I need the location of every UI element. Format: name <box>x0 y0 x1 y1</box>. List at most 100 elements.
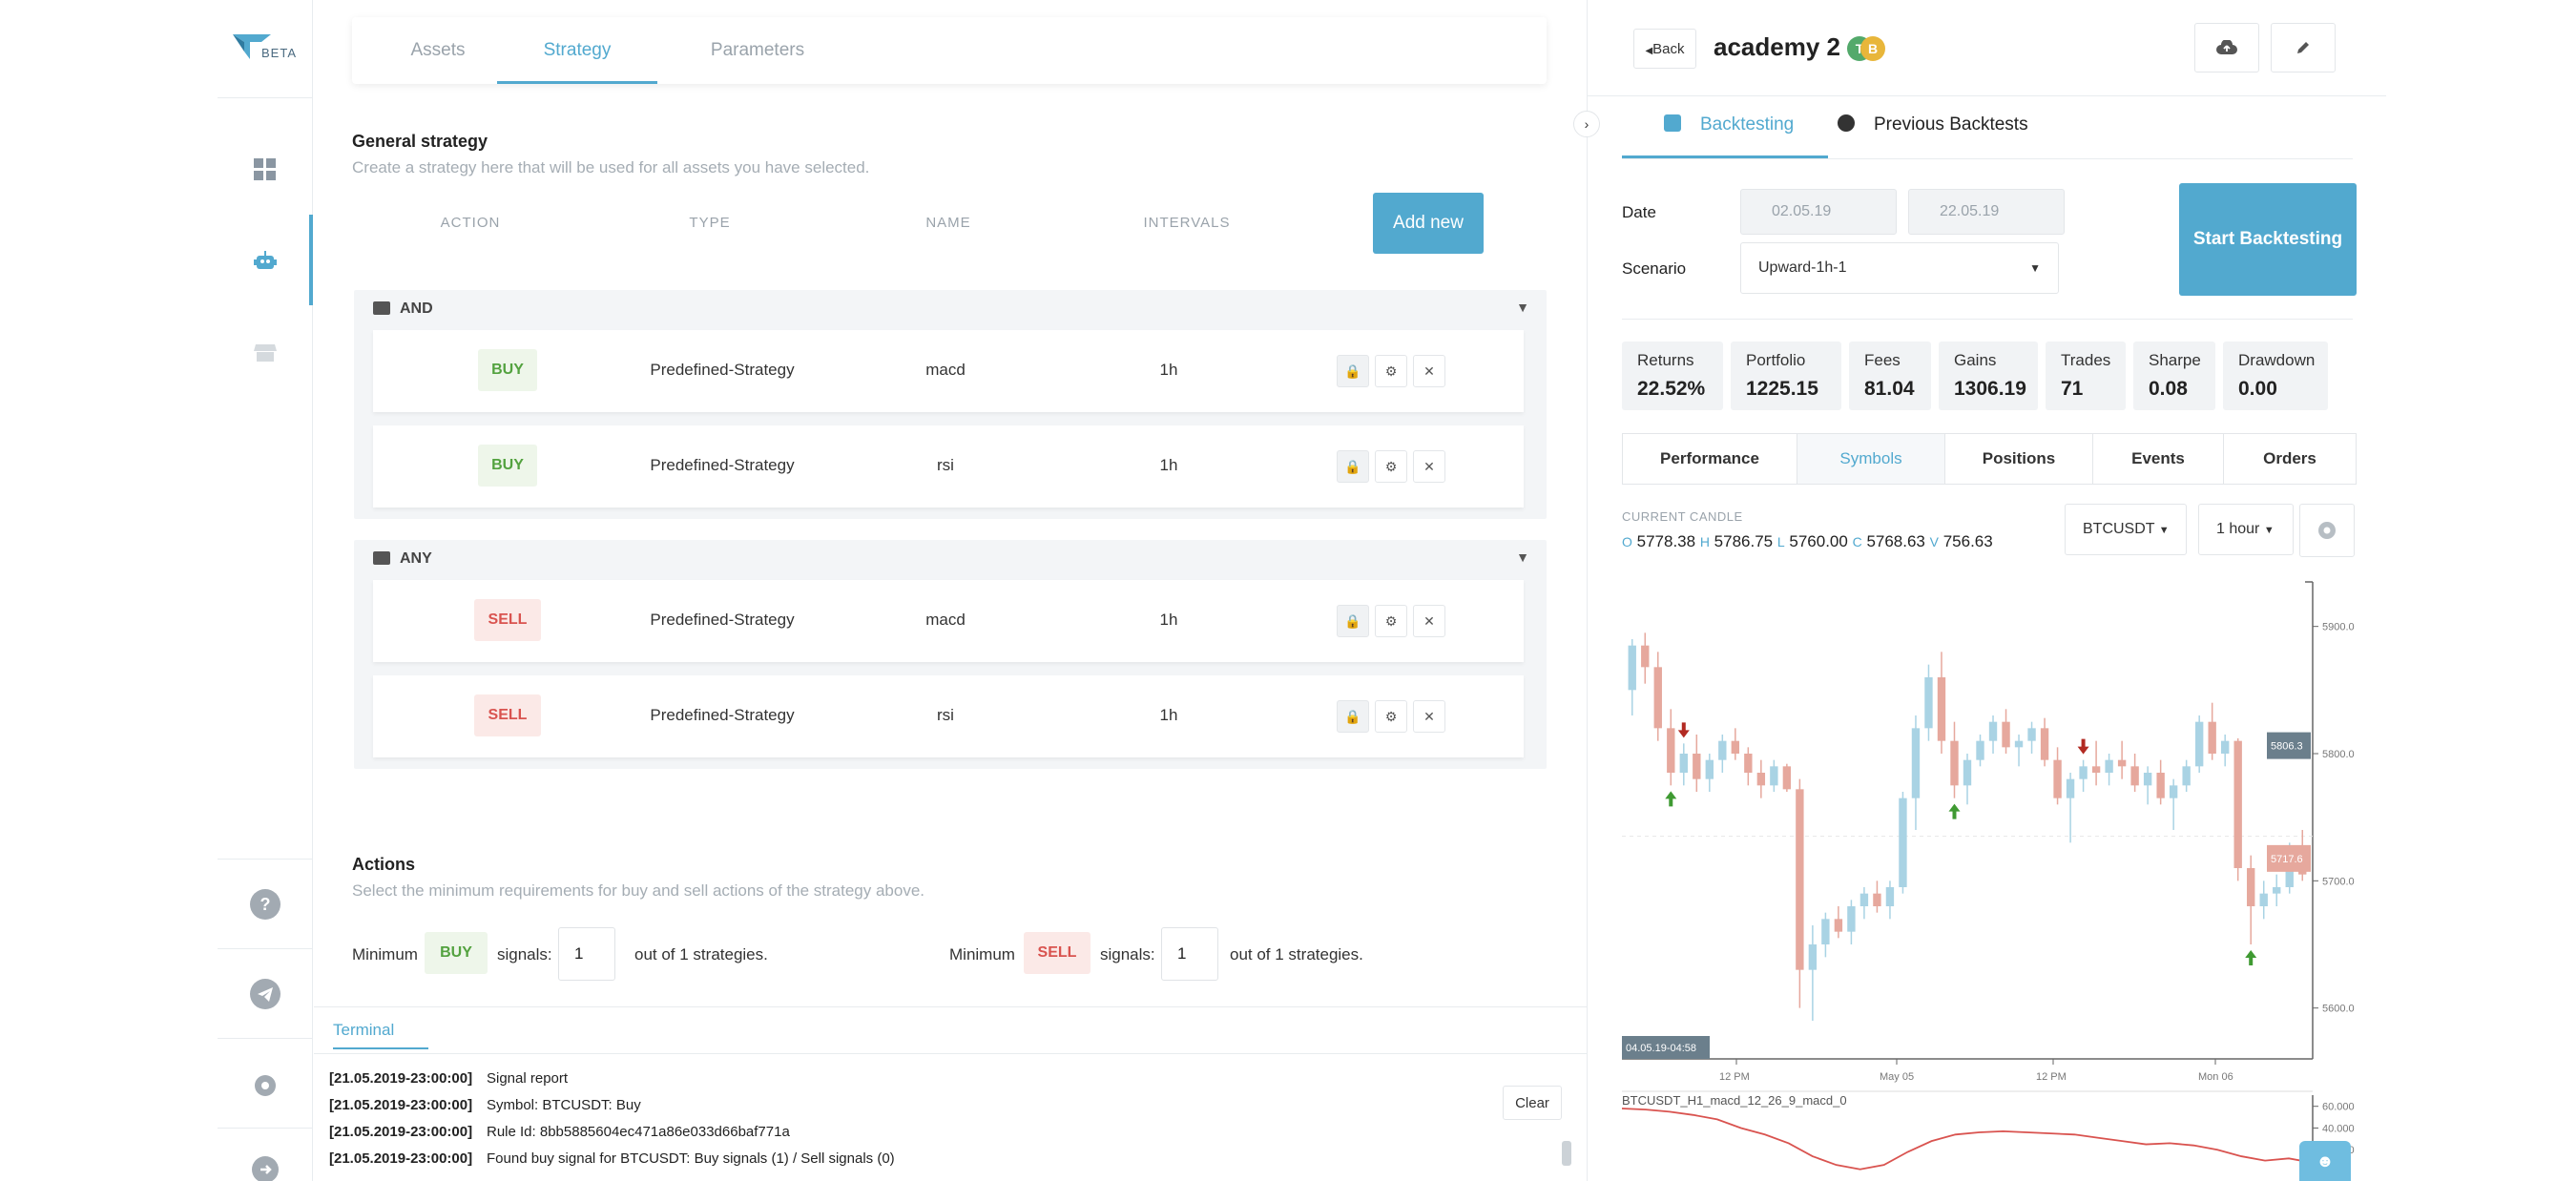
close-icon[interactable]: ✕ <box>1413 355 1445 387</box>
tab-orders[interactable]: Orders <box>2223 433 2357 485</box>
terminal-scrollbar[interactable] <box>1562 1141 1571 1166</box>
candle-body <box>1847 906 1856 932</box>
candle-body <box>1911 728 1921 798</box>
candle-body <box>2182 766 2191 786</box>
group-header[interactable]: AND ▼ <box>354 290 1547 328</box>
tab-performance[interactable]: Performance <box>1622 433 1797 485</box>
out-of-label: out of 1 strategies. <box>1230 945 1363 963</box>
symbol-select-value: BTCUSDT <box>2083 521 2155 537</box>
indicator-y-tick-label: 40.000 <box>2322 1123 2355 1134</box>
chat-widget-button[interactable]: ☻ <box>2299 1141 2351 1181</box>
x-tick-label: 12 PM <box>1719 1071 1750 1083</box>
sidebar-item-store[interactable] <box>250 338 280 368</box>
sidebar-item-telegram[interactable] <box>250 979 280 1009</box>
date-to-input[interactable]: 22.05.19 <box>1908 189 2065 235</box>
symbol-select[interactable]: BTCUSDT ▼ <box>2065 504 2187 555</box>
gear-icon <box>2318 522 2336 539</box>
cloud-upload-button[interactable] <box>2194 23 2259 73</box>
candle-body <box>1756 773 1766 786</box>
sidebar: BETA ? <box>218 0 313 1181</box>
stat-drawdown: Drawdown 0.00 <box>2223 342 2328 410</box>
sell-badge: SELL <box>1024 932 1091 974</box>
settings-icon[interactable]: ⚙ <box>1375 355 1407 387</box>
stat-label: Portfolio <box>1746 351 1806 369</box>
rule-interval: 1h <box>1159 611 1178 629</box>
settings-icon[interactable]: ⚙ <box>1375 700 1407 733</box>
interval-select-value: 1 hour <box>2216 521 2260 537</box>
close-icon[interactable]: ✕ <box>1413 700 1445 733</box>
rule-row: SELL Predefined-Strategy rsi 1h 🔒 ⚙ ✕ <box>373 675 1524 757</box>
tab-previous-backtests-label: Previous Backtests <box>1874 114 2028 135</box>
tab-backtesting[interactable]: Backtesting <box>1622 114 1828 158</box>
lock-icon[interactable]: 🔒 <box>1337 450 1369 483</box>
price-chart[interactable]: 5900.0 5800.0 5700.0 5600.0 5806.3 5717.6 12 P… <box>1622 578 2358 1181</box>
back-button[interactable]: ◀Back <box>1633 29 1696 69</box>
sidebar-item-logout[interactable] <box>250 1154 280 1181</box>
candle-body <box>1885 887 1895 906</box>
sidebar-divider <box>218 948 313 949</box>
candle-body <box>2169 785 2178 798</box>
buy-signal-arrow <box>1948 803 1961 819</box>
tab-positions[interactable]: Positions <box>1944 433 2093 485</box>
settings-icon[interactable]: ⚙ <box>1375 605 1407 637</box>
stat-value: 0.08 <box>2149 378 2188 400</box>
sidebar-active-indicator <box>309 215 313 305</box>
candle-body <box>1924 677 1933 729</box>
interval-select[interactable]: 1 hour ▼ <box>2198 504 2294 555</box>
candle-body <box>2259 893 2268 906</box>
scenario-select[interactable]: Upward-1h-1 ▼ <box>1740 242 2059 294</box>
add-new-button[interactable]: Add new <box>1373 193 1484 254</box>
start-backtesting-button[interactable]: Start Backtesting <box>2179 183 2357 296</box>
close-icon[interactable]: ✕ <box>1413 450 1445 483</box>
rule-type: Predefined-Strategy <box>650 611 795 629</box>
tab-previous-backtests[interactable]: Previous Backtests <box>1838 114 2067 158</box>
candle-body <box>2247 868 2255 906</box>
tab-terminal[interactable]: Terminal <box>333 1021 428 1049</box>
group-name: AND <box>400 300 433 317</box>
sidebar-item-settings[interactable] <box>250 1070 280 1101</box>
action-badge-buy: BUY <box>478 349 537 391</box>
candle-body <box>1808 944 1818 970</box>
candle-body <box>1950 740 1959 786</box>
sell-signals-input[interactable] <box>1161 927 1218 981</box>
edit-button[interactable] <box>2271 23 2336 73</box>
group-header[interactable]: ANY ▼ <box>354 540 1547 578</box>
rule-name: macd <box>925 611 966 629</box>
clear-button[interactable]: Clear <box>1503 1086 1562 1120</box>
open-value: 5778.38 <box>1636 532 1696 550</box>
settings-icon[interactable]: ⚙ <box>1375 450 1407 483</box>
y-tick-label: 5900.0 <box>2322 622 2355 633</box>
chevron-down-icon[interactable]: ▼ <box>1516 300 1529 315</box>
sell-signal-arrow <box>1677 722 1690 738</box>
lock-icon[interactable]: 🔒 <box>1337 355 1369 387</box>
app-logo[interactable]: BETA <box>233 29 300 67</box>
candle-body <box>2053 759 2062 798</box>
candle-body <box>1770 766 1778 786</box>
date-from-input[interactable]: 02.05.19 <box>1740 189 1897 235</box>
tab-assets[interactable]: Assets <box>371 17 505 84</box>
candle-body <box>1873 893 1881 906</box>
tab-backtesting-label: Backtesting <box>1700 114 1795 135</box>
sidebar-divider <box>218 1128 313 1129</box>
tab-events[interactable]: Events <box>2092 433 2224 485</box>
candle-body <box>2208 721 2216 754</box>
collapse-panel-button[interactable]: › <box>1573 111 1600 137</box>
buy-signals-input[interactable] <box>558 927 615 981</box>
rule-group-any: ANY ▼ SELL Predefined-Strategy macd 1h 🔒… <box>354 540 1547 769</box>
chevron-down-icon[interactable]: ▼ <box>1516 549 1529 565</box>
candle-body <box>1859 893 1869 906</box>
tab-symbols[interactable]: Symbols <box>1797 433 1945 485</box>
sidebar-item-help[interactable]: ? <box>250 889 280 920</box>
close-icon[interactable]: ✕ <box>1413 605 1445 637</box>
tab-strategy[interactable]: Strategy <box>497 17 657 84</box>
candle-body <box>1744 754 1753 773</box>
chart-settings-button[interactable] <box>2299 504 2355 557</box>
sidebar-item-bots[interactable] <box>250 246 280 277</box>
candle-body <box>2130 766 2139 786</box>
rule-interval: 1h <box>1159 361 1178 379</box>
sidebar-item-dashboard[interactable] <box>250 155 280 185</box>
lock-icon[interactable]: 🔒 <box>1337 605 1369 637</box>
tab-parameters[interactable]: Parameters <box>676 17 839 84</box>
lock-icon[interactable]: 🔒 <box>1337 700 1369 733</box>
log-line: [21.05.2019-23:00:00] Rule Id: 8bb5885604… <box>329 1124 790 1140</box>
